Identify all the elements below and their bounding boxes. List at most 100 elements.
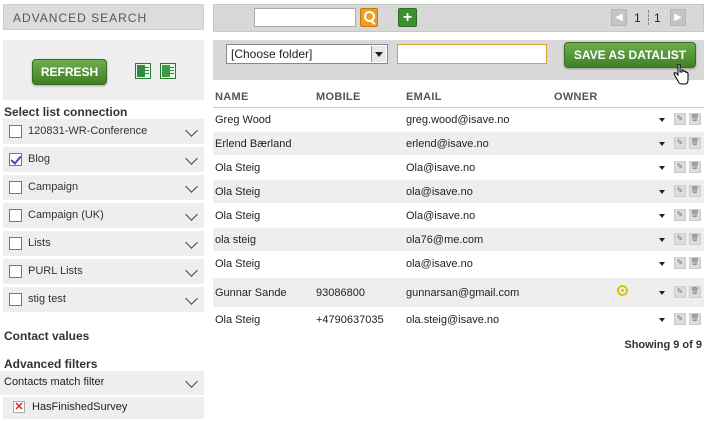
delete-icon[interactable]: 🗑 xyxy=(689,313,701,325)
edit-icon[interactable]: ✎ xyxy=(674,313,686,325)
table-row[interactable]: ola steig ola76@me.com ✎ 🗑 xyxy=(213,228,704,252)
connection-checkbox[interactable] xyxy=(9,293,22,306)
top-toolbar: + ◀ 1 1 ▶ xyxy=(213,4,704,32)
left-panel: ADVANCED SEARCH REFRESH Select list conn… xyxy=(0,0,204,421)
contact-values-title[interactable]: Contact values xyxy=(4,329,89,343)
folder-select[interactable]: [Choose folder] xyxy=(226,44,388,64)
connection-row[interactable]: 120831-WR-Conference xyxy=(3,119,204,145)
cell-name: ola steig xyxy=(215,234,256,246)
edit-icon[interactable]: ✎ xyxy=(674,185,686,197)
connection-row[interactable]: stig test xyxy=(3,287,204,313)
hand-cursor-icon xyxy=(673,64,689,85)
row-menu-arrow-icon[interactable] xyxy=(659,166,665,170)
excel-export-icon[interactable] xyxy=(135,63,151,79)
column-owner[interactable]: OWNER xyxy=(554,91,598,103)
chevron-down-icon[interactable] xyxy=(185,264,198,277)
row-menu-arrow-icon[interactable] xyxy=(659,118,665,122)
edit-icon[interactable]: ✎ xyxy=(674,137,686,149)
chevron-down-icon[interactable] xyxy=(185,152,198,165)
refresh-button[interactable]: REFRESH xyxy=(32,59,107,85)
cell-name: Greg Wood xyxy=(215,114,272,126)
chevron-down-icon[interactable] xyxy=(185,375,198,388)
row-menu-arrow-icon[interactable] xyxy=(659,142,665,146)
chevron-down-icon[interactable] xyxy=(185,292,198,305)
connection-row[interactable]: Campaign (UK) xyxy=(3,203,204,229)
table-row[interactable]: Gunnar Sande 93086800 gunnarsan@gmail.com ✎… xyxy=(213,278,704,308)
delete-icon[interactable]: 🗑 xyxy=(689,209,701,221)
row-menu-arrow-icon[interactable] xyxy=(659,262,665,266)
list-connection-title: Select list connection xyxy=(4,105,128,119)
remove-filter-icon[interactable]: ✕ xyxy=(13,401,25,413)
row-menu-arrow-icon[interactable] xyxy=(659,190,665,194)
connection-checkbox[interactable] xyxy=(9,237,22,250)
connection-row[interactable]: PURL Lists xyxy=(3,259,204,285)
row-menu-arrow-icon[interactable] xyxy=(659,238,665,242)
edit-icon[interactable]: ✎ xyxy=(674,257,686,269)
dropdown-arrow-icon[interactable] xyxy=(371,46,386,62)
edit-icon[interactable]: ✎ xyxy=(674,113,686,125)
advanced-filters-title[interactable]: Advanced filters xyxy=(4,357,97,371)
connection-label: PURL Lists xyxy=(28,265,83,277)
connection-label: 120831-WR-Conference xyxy=(28,125,148,137)
table-header: NAME MOBILE EMAIL OWNER xyxy=(213,86,704,108)
delete-icon[interactable]: 🗑 xyxy=(689,137,701,149)
connection-label: Campaign xyxy=(28,181,79,193)
chevron-down-icon[interactable] xyxy=(185,180,198,193)
pager-next-button[interactable]: ▶ xyxy=(670,9,686,26)
connection-checkbox[interactable] xyxy=(9,181,22,194)
cell-name: Gunnar Sande xyxy=(215,287,287,299)
chevron-down-icon[interactable] xyxy=(185,236,198,249)
cell-email: ola76@me.com xyxy=(406,234,484,246)
connection-checkbox[interactable] xyxy=(9,265,22,278)
row-menu-arrow-icon[interactable] xyxy=(659,318,665,322)
datalist-name-input[interactable] xyxy=(397,44,547,64)
csv-export-icon[interactable] xyxy=(160,63,176,79)
table-row[interactable]: Ola Steig Ola@isave.no ✎ 🗑 xyxy=(213,156,704,180)
edit-icon[interactable]: ✎ xyxy=(674,233,686,245)
edit-icon[interactable]: ✎ xyxy=(674,286,686,298)
search-icon[interactable] xyxy=(360,8,378,27)
table-row[interactable]: Erlend Bærland erlend@isave.no ✎ 🗑 xyxy=(213,132,704,156)
table-row[interactable]: Ola Steig +4790637035 ola.steig@isave.no ✎ 🗑 xyxy=(213,308,704,332)
edit-icon[interactable]: ✎ xyxy=(674,161,686,173)
pager-current[interactable]: 1 xyxy=(634,11,641,25)
connection-row[interactable]: Blog xyxy=(3,147,204,173)
pager-prev-button[interactable]: ◀ xyxy=(611,9,627,26)
cell-name: Ola Steig xyxy=(215,186,261,198)
cell-mobile: 93086800 xyxy=(316,287,365,299)
row-menu-arrow-icon[interactable] xyxy=(659,214,665,218)
add-button[interactable]: + xyxy=(398,8,417,27)
search-input[interactable] xyxy=(254,8,356,27)
cell-email: greg.wood@isave.no xyxy=(406,114,510,126)
connection-label: Blog xyxy=(28,153,51,165)
table-row[interactable]: Ola Steig Ola@isave.no ✎ 🗑 xyxy=(213,204,704,228)
table-row[interactable]: Ola Steig ola@isave.no ✎ 🗑 xyxy=(213,180,704,204)
connection-checkbox[interactable] xyxy=(9,153,22,166)
cell-name: Ola Steig xyxy=(215,314,261,326)
connection-checkbox[interactable] xyxy=(9,125,22,138)
column-name[interactable]: NAME xyxy=(215,91,249,103)
edit-icon[interactable]: ✎ xyxy=(674,209,686,221)
delete-icon[interactable]: 🗑 xyxy=(689,286,701,298)
contacts-match-filter[interactable]: Contacts match filter xyxy=(0,371,204,395)
delete-icon[interactable]: 🗑 xyxy=(689,233,701,245)
connection-row[interactable]: Campaign xyxy=(3,175,204,201)
pager-separator xyxy=(648,10,649,25)
connection-label: Campaign (UK) xyxy=(28,209,104,221)
chevron-down-icon[interactable] xyxy=(185,124,198,137)
delete-icon[interactable]: 🗑 xyxy=(689,257,701,269)
delete-icon[interactable]: 🗑 xyxy=(689,161,701,173)
column-email[interactable]: EMAIL xyxy=(406,91,442,103)
connection-row[interactable]: Lists xyxy=(3,231,204,257)
chevron-down-icon[interactable] xyxy=(185,208,198,221)
column-mobile[interactable]: MOBILE xyxy=(316,91,361,103)
table-row[interactable]: Greg Wood greg.wood@isave.no ✎ 🗑 xyxy=(213,108,704,132)
delete-icon[interactable]: 🗑 xyxy=(689,113,701,125)
delete-icon[interactable]: 🗑 xyxy=(689,185,701,197)
row-menu-arrow-icon[interactable] xyxy=(659,291,665,295)
cell-name: Ola Steig xyxy=(215,258,261,270)
owner-status-icon xyxy=(617,285,628,296)
table-row[interactable]: Ola Steig ola@isave.no ✎ 🗑 xyxy=(213,252,704,276)
connection-checkbox[interactable] xyxy=(9,209,22,222)
showing-count: Showing 9 of 9 xyxy=(624,339,702,351)
